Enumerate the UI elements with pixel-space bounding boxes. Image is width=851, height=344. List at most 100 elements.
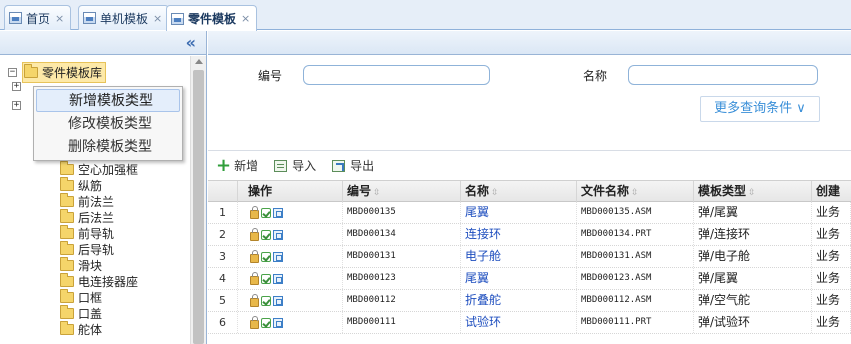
operations-cell: [238, 312, 343, 333]
tree-item[interactable]: 后法兰: [60, 209, 114, 225]
folder-icon: [60, 241, 74, 255]
menu-item-add-template-type[interactable]: 新增模板类型: [36, 89, 180, 112]
filename-cell: MBD000131.ASM: [577, 246, 694, 267]
menu-item-edit-template-type[interactable]: 修改模板类型: [36, 113, 180, 136]
tree-item[interactable]: 后导轨: [60, 241, 114, 257]
divider: [208, 150, 851, 151]
lock-icon[interactable]: [250, 249, 259, 263]
expand-toggle-icon[interactable]: +: [12, 82, 21, 91]
copy-icon[interactable]: [273, 207, 283, 218]
copy-icon[interactable]: [273, 295, 283, 306]
filename-cell: MBD000135.ASM: [577, 202, 694, 223]
creator-cell: 业务: [812, 268, 851, 289]
table-row[interactable]: 5 MBD000112 折叠舵 MBD000112.ASM 弹/空气舵 业务: [208, 290, 851, 312]
tab-single-machine-template[interactable]: 单机模板 ×: [78, 5, 170, 30]
edit-icon[interactable]: [261, 317, 271, 328]
tree-item[interactable]: 滑块: [60, 257, 102, 273]
tab-label: 零件模板: [188, 12, 237, 26]
lock-icon[interactable]: [250, 227, 259, 241]
folder-icon: [60, 161, 74, 175]
folder-icon: [60, 257, 74, 271]
tree-scrollbar[interactable]: [190, 56, 206, 344]
code-cell: MBD000131: [343, 246, 461, 267]
table-row[interactable]: 3 MBD000131 电子舱 MBD000131.ASM 弹/电子舱 业务: [208, 246, 851, 268]
column-header-creator[interactable]: 创建: [812, 181, 851, 202]
name-input[interactable]: [628, 65, 818, 85]
grid-toolbar: + 新增 导入 导出: [208, 152, 851, 179]
folder-icon: [60, 321, 74, 335]
column-header-code[interactable]: 编号 ⇳: [343, 181, 461, 202]
page-icon: [171, 12, 184, 25]
double-chevron-left-icon[interactable]: «: [186, 33, 196, 52]
scrollbar-thumb[interactable]: [193, 70, 204, 344]
tree-item[interactable]: 纵筋: [60, 177, 102, 193]
main-content: 编号 名称 更多查询条件 ∨ + 新增 导入 导出 操作 编号 ⇳ 名称 ⇳ 文件名…: [208, 31, 851, 344]
lock-icon[interactable]: [250, 271, 259, 285]
name-link[interactable]: 折叠舵: [461, 290, 577, 311]
close-icon[interactable]: ×: [241, 12, 250, 25]
column-header-operations: 操作: [238, 181, 343, 202]
close-icon[interactable]: ×: [55, 12, 64, 25]
name-link[interactable]: 试验环: [461, 312, 577, 333]
lock-icon[interactable]: [250, 293, 259, 307]
name-link[interactable]: 尾翼: [461, 268, 577, 289]
folder-icon: [60, 177, 74, 191]
menu-item-delete-template-type[interactable]: 删除模板类型: [36, 136, 180, 159]
copy-icon[interactable]: [273, 273, 283, 284]
tree-item[interactable]: 口框: [60, 289, 102, 305]
sort-icon: ⇳: [373, 188, 381, 198]
lock-icon[interactable]: [250, 205, 259, 219]
more-conditions-button[interactable]: 更多查询条件 ∨: [700, 96, 820, 122]
expand-toggle-icon[interactable]: +: [12, 101, 21, 110]
collapse-toggle-icon[interactable]: −: [8, 68, 17, 77]
creator-cell: 业务: [812, 312, 851, 333]
operations-cell: [238, 290, 343, 311]
column-header-template-type[interactable]: 模板类型 ⇳: [694, 181, 812, 202]
name-label: 名称: [583, 69, 608, 83]
tree-item[interactable]: 前法兰: [60, 193, 114, 209]
code-input[interactable]: [303, 65, 490, 85]
template-type-cell: 弹/试验环: [694, 312, 812, 333]
tab-part-template[interactable]: 零件模板 ×: [166, 5, 258, 31]
import-icon: [274, 159, 288, 172]
folder-icon: [60, 273, 74, 287]
column-header-name[interactable]: 名称 ⇳: [461, 181, 577, 202]
name-link[interactable]: 电子舱: [461, 246, 577, 267]
close-icon[interactable]: ×: [153, 12, 162, 25]
operations-cell: [238, 202, 343, 223]
edit-icon[interactable]: [261, 251, 271, 262]
edit-icon[interactable]: [261, 273, 271, 284]
folder-icon: [60, 289, 74, 303]
edit-icon[interactable]: [261, 207, 271, 218]
left-tree-panel: « − 零件模板库 + + 空心加强框 纵筋 前法兰 后法兰 前导轨 后导轨 滑…: [0, 31, 207, 344]
tree-item[interactable]: 电连接器座: [60, 273, 138, 289]
table-row[interactable]: 1 MBD000135 尾翼 MBD000135.ASM 弹/尾翼 业务: [208, 202, 851, 224]
copy-icon[interactable]: [273, 317, 283, 328]
import-button[interactable]: 导入: [274, 157, 316, 174]
tree-item[interactable]: 前导轨: [60, 225, 114, 241]
tree-item[interactable]: 空心加强框: [60, 161, 138, 177]
sort-icon: ⇳: [491, 188, 499, 198]
scroll-up-arrow-icon[interactable]: [195, 59, 203, 64]
copy-icon[interactable]: [273, 229, 283, 240]
tree-item[interactable]: 舵体: [60, 321, 102, 337]
sort-icon: ⇳: [631, 188, 639, 198]
tree-item[interactable]: 口盖: [60, 305, 102, 321]
code-cell: MBD000134: [343, 224, 461, 245]
copy-icon[interactable]: [273, 251, 283, 262]
table-row[interactable]: 6 MBD000111 试验环 MBD000111.PRT 弹/试验环 业务: [208, 312, 851, 334]
lock-icon[interactable]: [250, 315, 259, 329]
column-header-filename[interactable]: 文件名称 ⇳: [577, 181, 694, 202]
name-link[interactable]: 连接环: [461, 224, 577, 245]
name-link[interactable]: 尾翼: [461, 202, 577, 223]
table-row[interactable]: 4 MBD000123 尾翼 MBD000123.ASM 弹/尾翼 业务: [208, 268, 851, 290]
export-button[interactable]: 导出: [332, 157, 374, 174]
add-button[interactable]: + 新增: [216, 156, 258, 174]
folder-icon: [60, 225, 74, 239]
tab-home[interactable]: 首页 ×: [4, 5, 72, 30]
edit-icon[interactable]: [261, 295, 271, 306]
template-type-cell: 弹/连接环: [694, 224, 812, 245]
table-row[interactable]: 2 MBD000134 连接环 MBD000134.PRT 弹/连接环 业务: [208, 224, 851, 246]
grid-body: 1 MBD000135 尾翼 MBD000135.ASM 弹/尾翼 业务 2 MBD00013…: [208, 202, 851, 334]
edit-icon[interactable]: [261, 229, 271, 240]
